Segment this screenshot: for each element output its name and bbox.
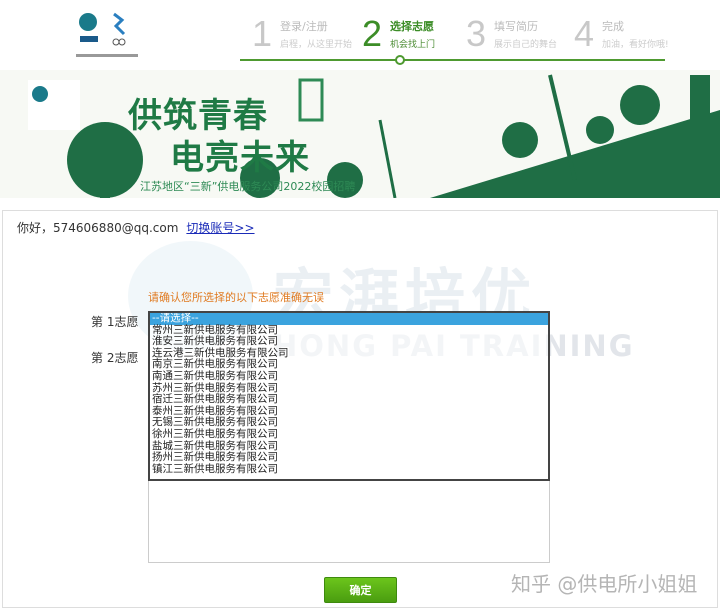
banner-illustration [28,74,720,198]
step-progress-bar [240,55,665,65]
confirm-notice: 请确认您所选择的以下志愿准确无误 [148,291,324,304]
dropdown-option[interactable]: 徐州三新供电服务有限公司 [150,428,548,441]
progress-marker [395,55,405,65]
banner-slogan-2: 电亮未来 [170,138,310,178]
header: 1 登录/注册启程，从这里开始 2 选择志愿机会找上门 3 填写简历展示自己的舞台 4 完成加… [0,0,720,70]
step-title: 填写简历 [494,20,539,33]
step-number: 2 [362,13,383,54]
dropdown-option[interactable]: 扬州三新供电服务有限公司 [150,452,548,464]
confirm-button[interactable]: 确定 [324,577,397,603]
banner-subtitle: 江苏地区“三新”供电服务公司2022校园招聘 [140,180,356,193]
banner: 供筑青春 电亮未来 江苏地区“三新”供电服务公司2022校园招聘 [0,70,720,198]
step-1: 1 登录/注册启程，从这里开始 [252,16,352,52]
step-subtitle: 加油，看好你哦! [602,40,669,50]
zhihu-credit: 知乎 @供电所小姐姐 [511,572,698,596]
dropdown-option[interactable]: 南通三新供电服务有限公司 [150,370,548,383]
dropdown-option[interactable]: --请选择-- [150,313,548,325]
step-2: 2 选择志愿机会找上门 [362,16,435,52]
choice-1-label: 第 1志愿 [91,315,139,329]
step-subtitle: 机会找上门 [390,40,436,50]
step-3: 3 填写简历展示自己的舞台 [466,16,557,52]
step-number: 4 [574,13,595,54]
step-number: 1 [252,13,273,54]
state-grid-logo [76,12,138,57]
greeting-text: 你好，574606880@qq.com [17,221,179,235]
content-panel: 你好，574606880@qq.com切换账号>> 宏湃培优 HONG PAI … [2,210,718,608]
step-subtitle: 展示自己的舞台 [494,40,558,50]
dropdown-option[interactable]: 宿迁三新供电服务有限公司 [150,394,548,406]
dropdown-option[interactable]: 镇江三新供电服务有限公司 [150,463,548,476]
step-title: 完成 [602,20,625,33]
choice-1-dropdown-list[interactable]: --请选择-- 常州三新供电服务有限公司 淮安三新供电服务有限公司 连云港三新供电服务… [148,311,550,481]
greeting: 你好，574606880@qq.com 切换账号>> [17,219,255,236]
step-title: 登录/注册 [280,20,328,33]
step-4: 4 完成加油，看好你哦! [574,16,669,52]
switch-account-link[interactable]: 切换账号>> [186,221,254,235]
step-title: 选择志愿 [390,20,435,33]
step-subtitle: 启程，从这里开始 [280,40,353,50]
choice-2-label: 第 2志愿 [91,351,139,365]
step-number: 3 [466,13,487,54]
